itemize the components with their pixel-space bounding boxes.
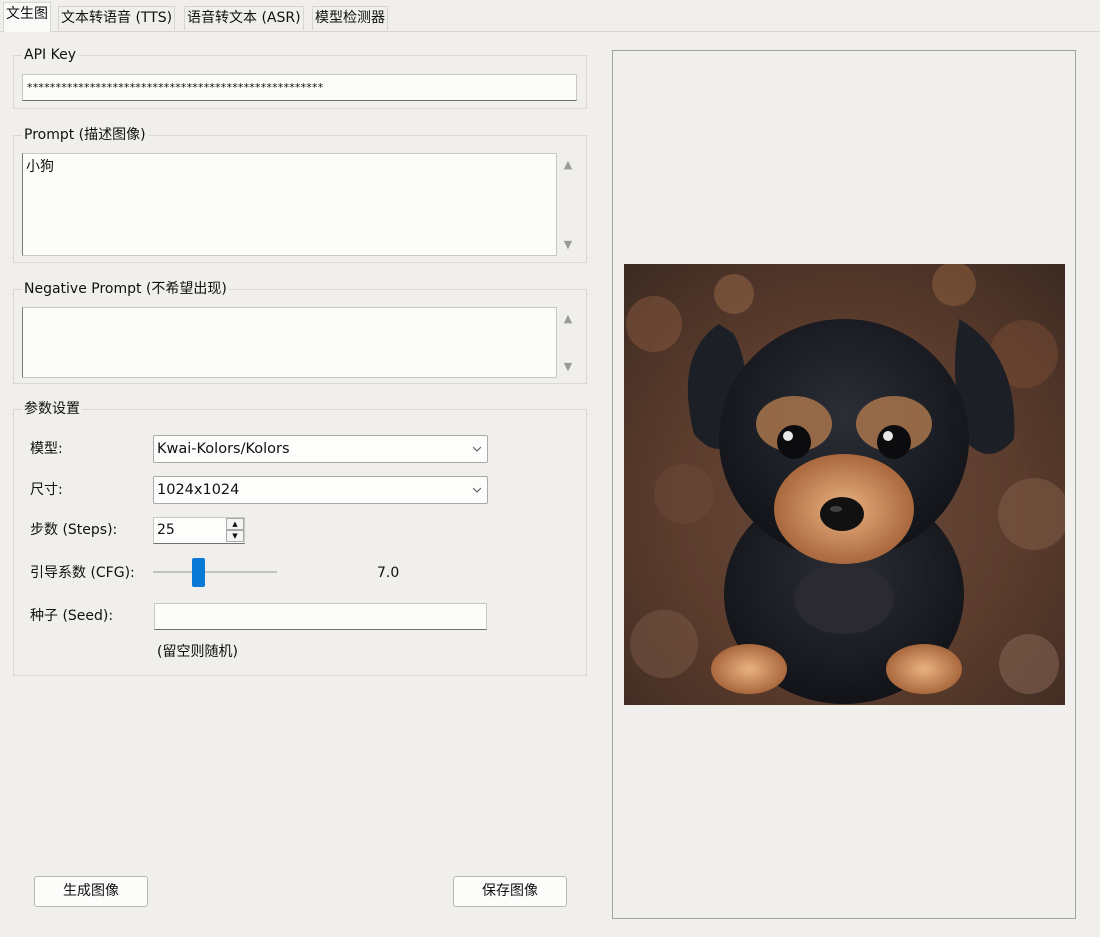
cfg-label: 引导系数 (CFG):	[30, 565, 135, 581]
steps-spinbox[interactable]: 25 ▲ ▼	[153, 517, 245, 544]
puppy-image	[624, 264, 1065, 705]
generate-button[interactable]: 生成图像	[34, 876, 148, 907]
cfg-value: 7.0	[377, 565, 400, 581]
cfg-slider-track[interactable]	[153, 571, 277, 573]
steps-label: 步数 (Steps):	[30, 522, 118, 538]
api-key-input[interactable]: ****************************************…	[22, 74, 577, 101]
seed-hint: (留空则随机)	[157, 644, 238, 660]
tab-asr[interactable]: 语音转文本 (ASR)	[184, 6, 304, 30]
size-label: 尺寸:	[30, 482, 63, 498]
params-legend: 参数设置	[22, 400, 82, 418]
prompt-scroll-down-icon[interactable]: ▼	[561, 238, 575, 251]
chevron-down-icon	[473, 487, 481, 493]
tab-bar: 文生图 文本转语音 (TTS) 语音转文本 (ASR) 模型检测器	[0, 0, 1100, 32]
size-select-value: 1024x1024	[157, 482, 240, 498]
steps-decrement-icon[interactable]: ▼	[226, 530, 244, 542]
seed-label: 种子 (Seed):	[30, 608, 114, 624]
negative-prompt-input[interactable]	[22, 307, 557, 378]
prompt-scroll-up-icon[interactable]: ▲	[561, 158, 575, 171]
steps-increment-icon[interactable]: ▲	[226, 518, 244, 530]
model-select[interactable]: Kwai-Kolors/Kolors	[153, 435, 488, 463]
model-label: 模型:	[30, 441, 63, 457]
cfg-slider-handle[interactable]	[192, 558, 205, 587]
seed-input[interactable]	[154, 603, 487, 630]
api-key-legend: API Key	[22, 46, 78, 64]
tab-model-detector[interactable]: 模型检测器	[312, 6, 388, 30]
save-button[interactable]: 保存图像	[453, 876, 567, 907]
prompt-input[interactable]: 小狗	[22, 153, 557, 256]
tab-tts[interactable]: 文本转语音 (TTS)	[58, 6, 176, 30]
generated-image	[624, 264, 1065, 705]
size-select[interactable]: 1024x1024	[153, 476, 488, 504]
negative-prompt-legend: Negative Prompt (不希望出现)	[22, 280, 229, 298]
prompt-legend: Prompt (描述图像)	[22, 126, 148, 144]
steps-value: 25	[157, 522, 175, 538]
model-select-value: Kwai-Kolors/Kolors	[157, 441, 290, 457]
negative-prompt-scroll-down-icon[interactable]: ▼	[561, 360, 575, 373]
tab-text-to-image[interactable]: 文生图	[3, 2, 51, 32]
chevron-down-icon	[473, 446, 481, 452]
negative-prompt-scroll-up-icon[interactable]: ▲	[561, 312, 575, 325]
